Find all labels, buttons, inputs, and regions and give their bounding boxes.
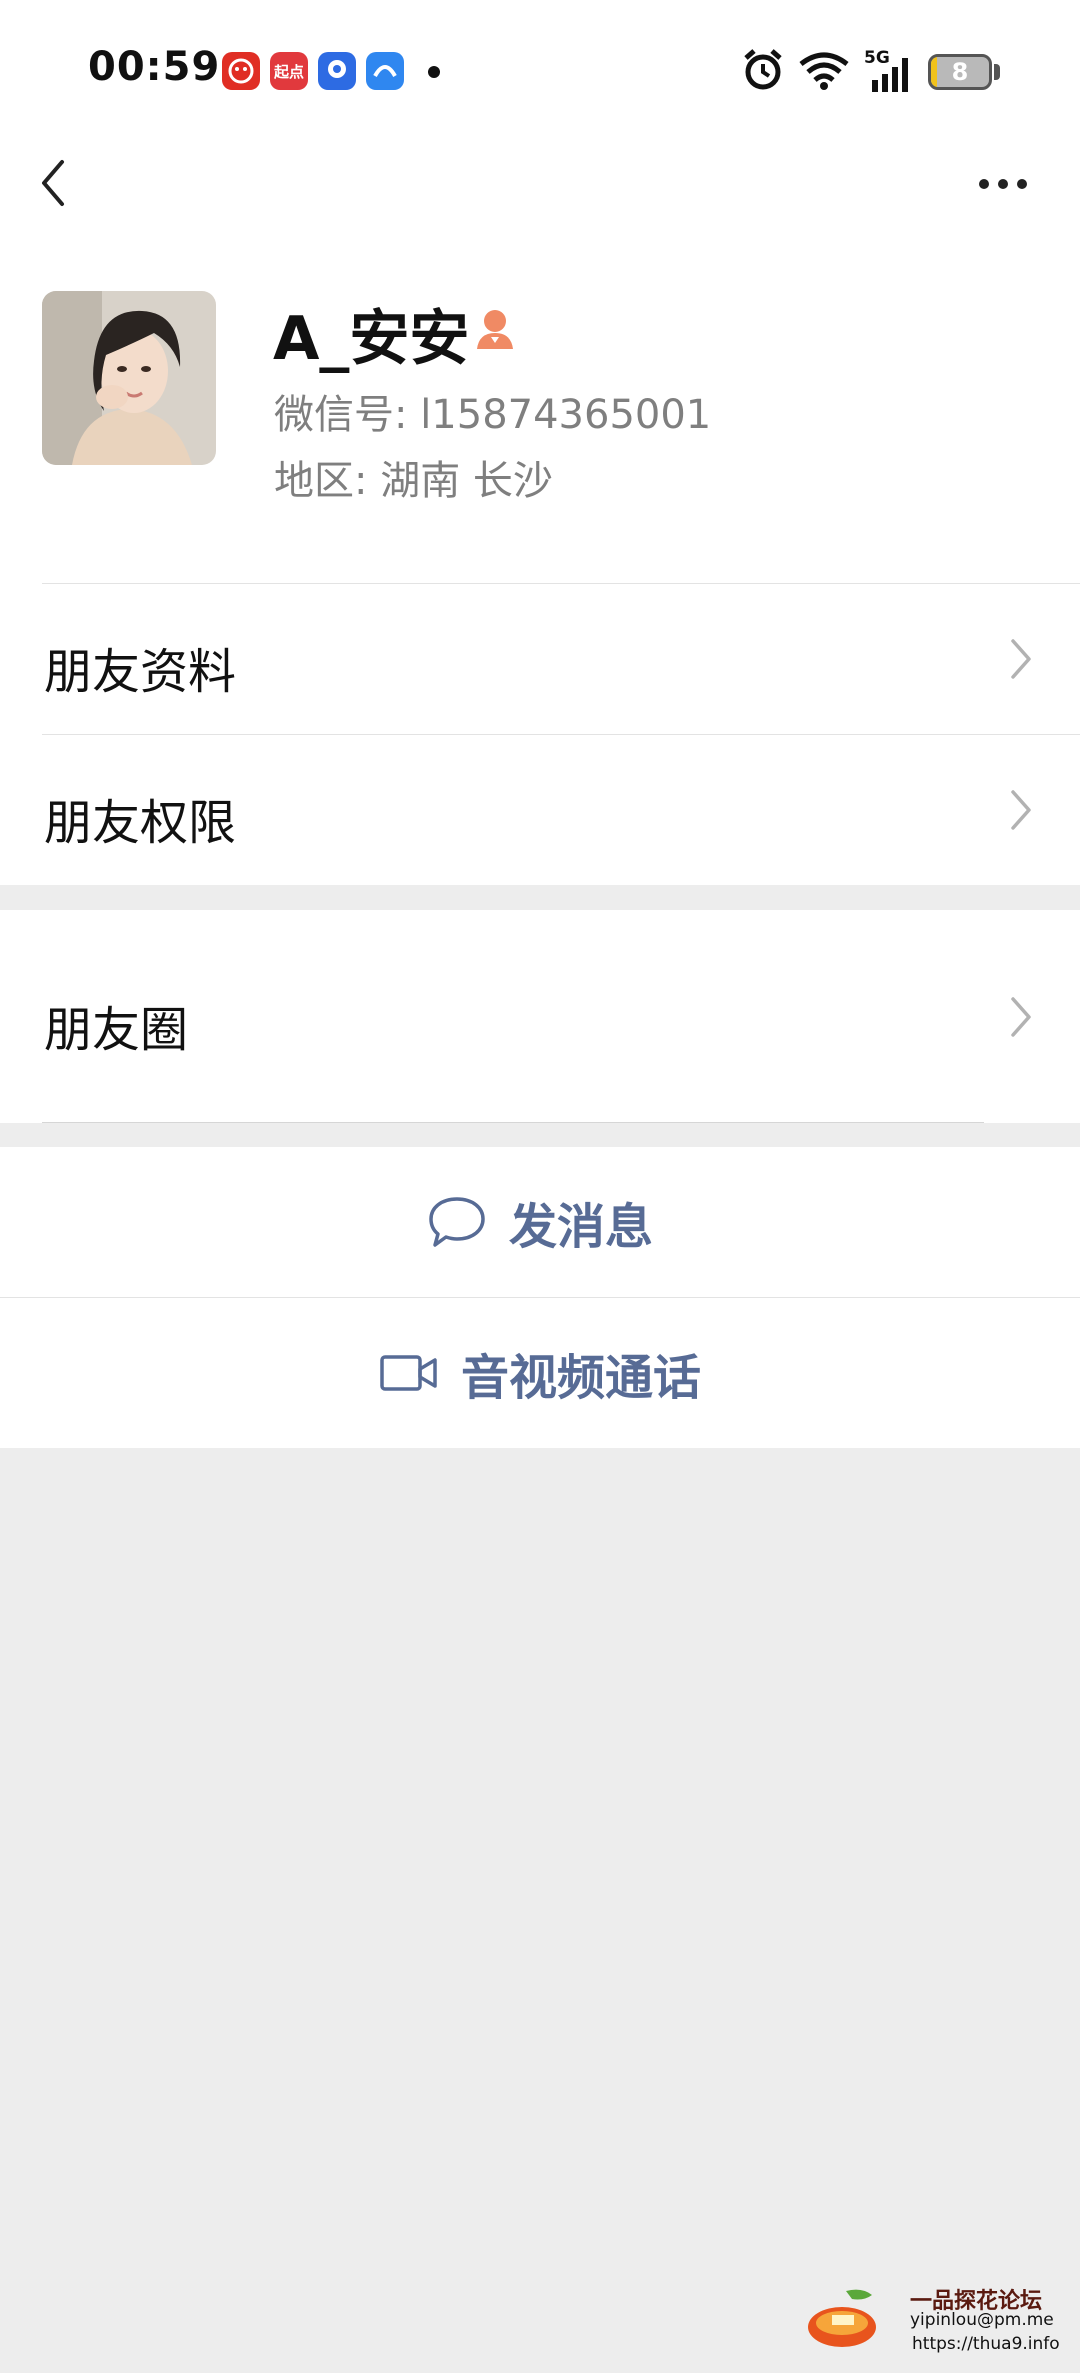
menu-item-moments[interactable]: 朋友圈 xyxy=(0,910,1080,1123)
battery-level: 8 xyxy=(951,58,969,86)
watermark-email: yipinlou@pm.me xyxy=(910,2310,1054,2330)
status-bar: 00:59 起点 5G 8 xyxy=(0,0,1080,140)
video-call-button[interactable]: 音视频通话 xyxy=(0,1298,1080,1448)
menu-item-friend-permissions[interactable]: 朋友权限 xyxy=(0,735,1080,885)
chevron-right-icon xyxy=(1011,997,1031,1037)
menu-item-label: 朋友圈 xyxy=(44,1002,189,1058)
send-message-label: 发消息 xyxy=(508,1199,653,1255)
menu-item-label: 朋友权限 xyxy=(44,795,237,851)
battery-icon: 8 xyxy=(928,54,992,90)
chat-bubble-icon xyxy=(429,1197,485,1247)
chevron-right-icon xyxy=(1011,790,1031,830)
notification-dot-icon xyxy=(428,66,440,78)
video-call-label: 音视频通话 xyxy=(460,1350,701,1406)
person-tag-icon[interactable] xyxy=(473,305,517,351)
forum-logo-icon xyxy=(808,2289,876,2347)
send-message-button[interactable]: 发消息 xyxy=(0,1147,1080,1297)
qidian-icon-label: 起点 xyxy=(273,62,304,81)
region: 地区: 湖南 长沙 xyxy=(274,458,553,504)
more-dots-icon[interactable] xyxy=(970,162,1036,202)
baidu-map-icon xyxy=(318,52,356,90)
video-camera-icon xyxy=(380,1355,437,1391)
avatar[interactable] xyxy=(42,291,216,465)
pinduoduo-icon xyxy=(222,52,260,90)
wifi-icon xyxy=(799,52,849,90)
alarm-icon xyxy=(744,49,782,90)
signal-icon xyxy=(872,58,908,92)
divider xyxy=(42,1122,984,1123)
qidian-icon: 起点 xyxy=(270,52,308,90)
menu-item-label: 朋友资料 xyxy=(44,644,237,700)
menu-item-friend-info[interactable]: 朋友资料 xyxy=(0,584,1080,734)
watermark-url: https://thua9.info xyxy=(912,2334,1060,2354)
wechat-id: 微信号: l15874365001 xyxy=(274,392,712,438)
status-time: 00:59 xyxy=(88,44,221,90)
baidu-netdisk-icon xyxy=(366,52,404,90)
chevron-right-icon xyxy=(1011,639,1031,679)
chevron-left-icon[interactable] xyxy=(30,150,80,216)
profile-name: A_安安 xyxy=(273,304,470,374)
